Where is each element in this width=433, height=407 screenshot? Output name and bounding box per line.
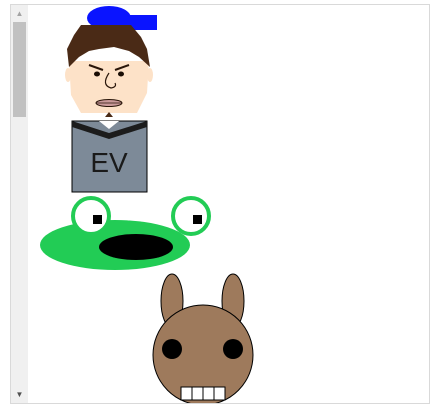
left-eye-icon xyxy=(94,71,100,77)
frog-right-eye-icon xyxy=(171,196,211,236)
right-eye-icon xyxy=(118,71,124,77)
rabbit-character xyxy=(152,273,254,403)
rabbit-left-eye-icon xyxy=(162,339,182,359)
scroll-down-arrow-icon[interactable]: ▼ xyxy=(11,386,28,403)
rabbit-teeth-icon xyxy=(180,386,226,401)
frog-character xyxy=(40,196,211,270)
scroll-up-arrow-icon[interactable]: ▲ xyxy=(11,5,28,22)
rabbit-right-eye-icon xyxy=(223,339,243,359)
left-ear-icon xyxy=(65,68,71,82)
drawing-svg: EV xyxy=(40,6,254,403)
content-frame: ▲ ▼ EV xyxy=(10,4,430,404)
right-ear-icon xyxy=(147,68,153,82)
shirt-badge-text: EV xyxy=(90,147,128,178)
vertical-scrollbar[interactable]: ▲ ▼ xyxy=(11,5,28,403)
frog-left-eye-icon xyxy=(71,196,111,236)
hair-icon xyxy=(67,25,150,67)
drawing-canvas: EV xyxy=(29,5,429,403)
frog-left-pupil-icon xyxy=(93,215,102,224)
frog-right-pupil-icon xyxy=(193,215,202,224)
scrollbar-thumb[interactable] xyxy=(13,22,26,117)
frog-mouth-icon xyxy=(99,234,173,260)
boy-character: EV xyxy=(65,6,157,193)
